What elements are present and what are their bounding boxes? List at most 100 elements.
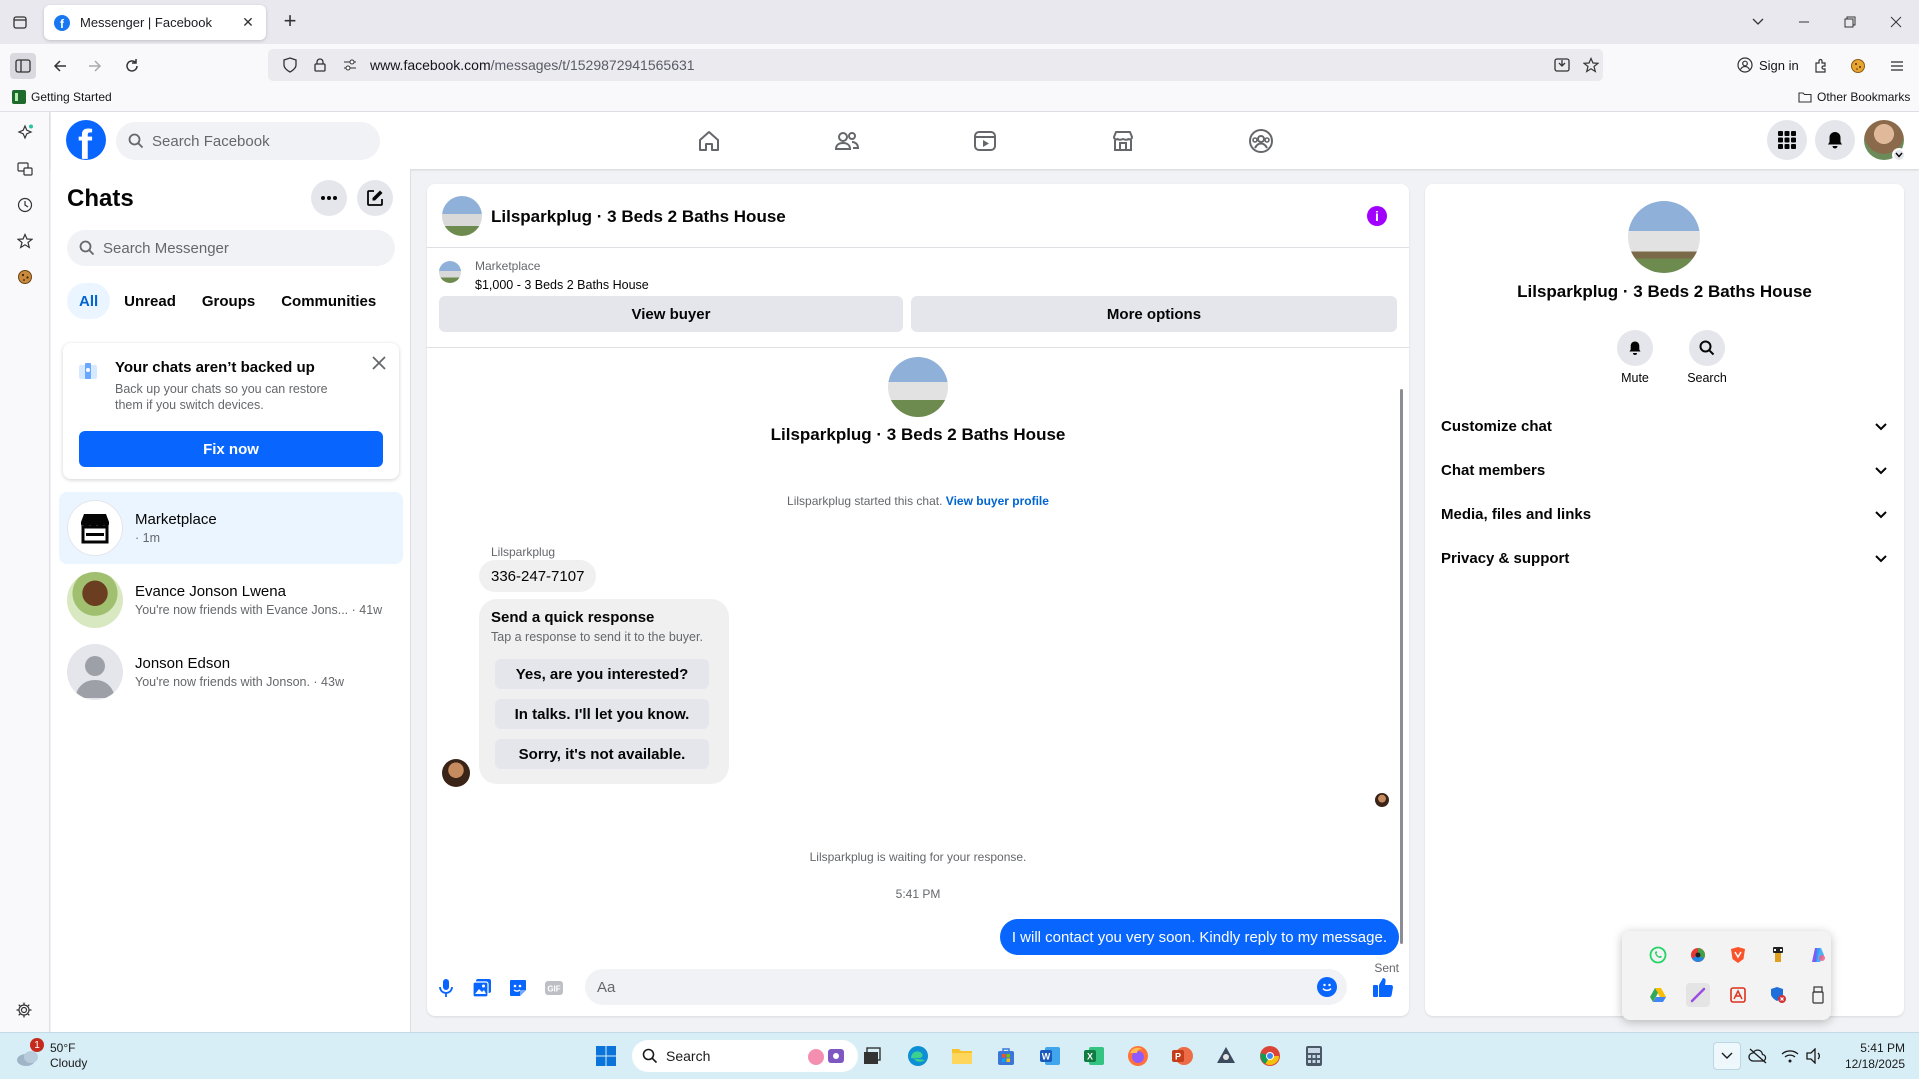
close-icon[interactable] [369,353,389,373]
nav-home[interactable] [653,112,765,169]
bookmarks-star-icon[interactable] [14,230,36,252]
incoming-message-bubble[interactable]: 336-247-7107 [479,560,597,592]
sidebar-settings-icon[interactable] [15,1001,35,1021]
nav-video[interactable] [929,112,1041,169]
new-message-button[interactable] [357,180,393,216]
messenger-search[interactable]: Search Messenger [67,230,395,266]
excel-icon[interactable]: X [1080,1042,1108,1070]
url-bar[interactable]: www.facebook.com/messages/t/152987294156… [268,49,1603,81]
calculator-icon[interactable] [1300,1042,1328,1070]
chrome-icon[interactable] [1256,1042,1284,1070]
google-drive-icon[interactable] [1646,983,1670,1007]
filter-groups[interactable]: Groups [190,283,267,319]
minimize-button[interactable] [1781,0,1827,44]
conversation-item-jonson[interactable]: Jonson Edson You're now friends with Jon… [59,636,403,708]
thumbs-up-icon[interactable] [1371,975,1395,999]
view-buyer-button[interactable]: View buyer [439,296,903,332]
copilot-icon[interactable] [1806,943,1830,967]
cloud-offline-icon[interactable] [1744,1042,1772,1070]
accordion-customize-chat[interactable]: Customize chat [1441,408,1888,444]
task-view-icon[interactable] [858,1042,886,1070]
weather-widget[interactable]: 1 50°F Cloudy [14,1038,87,1071]
mute-action[interactable]: Mute [1605,330,1665,385]
nav-friends[interactable] [791,112,903,169]
other-bookmarks[interactable]: Other Bookmarks [1798,90,1910,104]
menu-hamburger-icon[interactable] [1884,53,1910,79]
conversation-item-marketplace[interactable]: Marketplace · 1m [59,492,403,564]
history-icon[interactable] [14,194,36,216]
house-avatar[interactable] [442,196,482,236]
nav-groups[interactable] [1205,112,1317,169]
gif-icon[interactable]: GIF [543,977,565,999]
accordion-media-files-links[interactable]: Media, files and links [1441,496,1888,532]
conversation-item-evance[interactable]: Evance Jonson Lwena You're now friends w… [59,564,403,636]
quick-response-button[interactable]: Sorry, it's not available. [495,739,709,769]
message-input[interactable]: Aa [585,969,1347,1005]
extension-cookie-icon[interactable] [1845,53,1871,79]
accordion-chat-members[interactable]: Chat members [1441,452,1888,488]
sender-avatar[interactable] [442,759,470,787]
tab-overflow-chevron-icon[interactable] [1735,0,1781,44]
details-avatar[interactable] [1628,201,1700,273]
game-app-icon[interactable] [1212,1042,1240,1070]
view-buyer-profile-link[interactable]: View buyer profile [946,494,1049,508]
volume-icon[interactable] [1800,1042,1828,1070]
brave-shield-icon[interactable] [1726,943,1750,967]
reload-icon[interactable] [119,53,145,79]
usb-device-icon[interactable] [1766,943,1790,967]
more-options-button[interactable]: More options [911,296,1397,332]
adobe-acrobat-icon[interactable] [1726,983,1750,1007]
synced-tabs-icon[interactable] [14,158,36,180]
filter-all[interactable]: All [67,283,111,319]
save-to-pocket-icon[interactable] [1552,55,1572,75]
facebook-logo[interactable]: f [66,120,106,160]
quick-response-button[interactable]: Yes, are you interested? [495,659,709,689]
back-arrow-icon[interactable] [47,53,73,79]
fix-now-button[interactable]: Fix now [79,431,383,467]
taskbar-search[interactable]: Search [632,1040,858,1072]
edge-browser-icon[interactable] [904,1042,932,1070]
lock-icon[interactable] [310,55,330,75]
windows-start-icon[interactable] [592,1042,620,1070]
sticker-icon[interactable] [507,977,529,999]
close-window-button[interactable] [1873,0,1919,44]
outgoing-message-bubble[interactable]: I will contact you very soon. Kindly rep… [999,919,1399,955]
notifications-button[interactable] [1815,120,1855,160]
extensions-icon[interactable] [1808,53,1834,79]
color-picker-icon[interactable] [1686,943,1710,967]
search-action[interactable]: Search [1677,330,1737,385]
defender-shield-icon[interactable] [1766,983,1790,1007]
photo-icon[interactable] [471,977,493,999]
file-explorer-icon[interactable] [948,1042,976,1070]
quick-response-button[interactable]: In talks. I'll let you know. [495,699,709,729]
conversation-title[interactable]: Lilsparkplug · 3 Beds 2 Baths House [491,207,786,227]
permissions-icon[interactable] [340,55,360,75]
whatsapp-icon[interactable] [1646,943,1670,967]
emoji-icon[interactable] [1317,977,1337,997]
bookmark-getting-started[interactable]: Getting Started [12,90,112,104]
info-icon[interactable]: i [1367,206,1387,226]
tab-list-icon[interactable] [10,12,30,32]
pen-tool-icon[interactable] [1686,983,1710,1007]
taskbar-clock[interactable]: 5:41 PM 12/18/2025 [1845,1040,1905,1072]
cookie-extension-icon[interactable] [14,266,36,288]
listing-title[interactable]: $1,000 - 3 Beds 2 Baths House [475,278,649,292]
listing-thumbnail[interactable] [439,261,461,283]
ai-chatbot-icon[interactable] [14,122,36,144]
new-tab-button[interactable]: + [280,10,300,32]
accordion-privacy-support[interactable]: Privacy & support [1441,540,1888,576]
firefox-icon[interactable] [1124,1042,1152,1070]
microsoft-store-icon[interactable] [992,1042,1020,1070]
tray-overflow-chevron-icon[interactable] [1713,1042,1741,1070]
forward-arrow-icon[interactable] [82,53,108,79]
filter-unread[interactable]: Unread [112,283,188,319]
restore-button[interactable] [1827,0,1873,44]
shield-icon[interactable] [280,55,300,75]
browser-tab[interactable]: f Messenger | Facebook ✕ [44,5,266,40]
sidebar-toggle-icon[interactable] [10,53,36,79]
nav-marketplace[interactable] [1067,112,1179,169]
facebook-search[interactable]: Search Facebook [116,122,380,160]
sign-in-button[interactable]: Sign in [1727,50,1809,80]
bookmark-star-icon[interactable] [1581,55,1601,75]
powerpoint-icon[interactable]: P [1168,1042,1196,1070]
